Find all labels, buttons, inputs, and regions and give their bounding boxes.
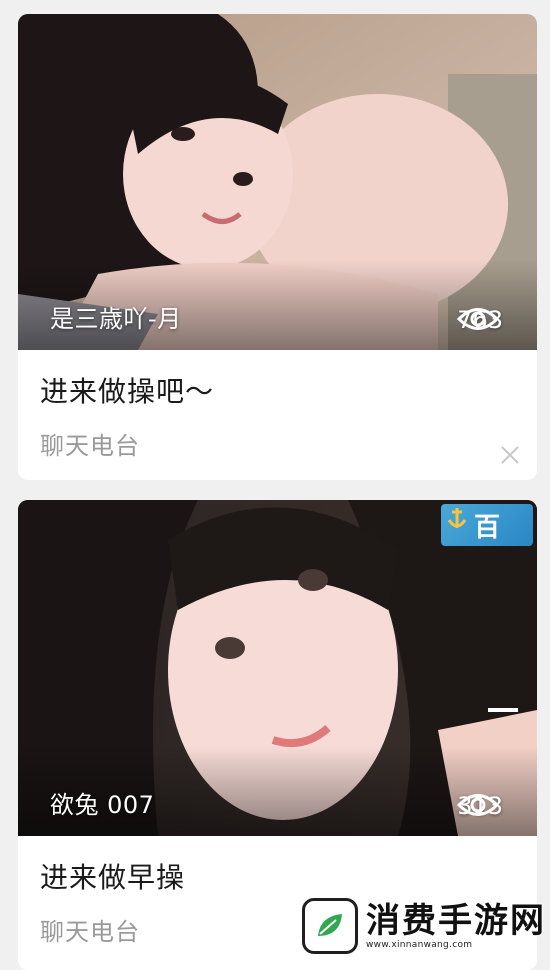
leaf-icon: [318, 914, 342, 936]
watermark-text: 消费手游网 www.xinnanwang.com: [366, 902, 546, 950]
eye-icon: [457, 308, 500, 330]
view-count: 763: [457, 306, 503, 334]
anchor-icon: [447, 508, 467, 528]
room-category: 聊天电台: [40, 432, 140, 460]
feed-card-1[interactable]: 是三歳吖-月 763 进来做操吧～ 聊天电台: [18, 14, 537, 480]
room-title[interactable]: 进来做操吧～: [40, 370, 214, 410]
watermark-url: www.xinnanwang.com: [366, 940, 473, 950]
host-name: 欲兔 007: [50, 791, 155, 819]
room-title[interactable]: 进来做早操: [40, 856, 185, 896]
app-badge-icon: 百: [441, 504, 533, 546]
site-watermark: 消费手游网 www.xinnanwang.com: [302, 896, 548, 956]
cover-image[interactable]: 百 欲兔 007 313: [18, 500, 537, 836]
cover-image[interactable]: 是三歳吖-月 763: [18, 14, 537, 350]
host-name: 是三歳吖-月: [50, 305, 182, 333]
site-logo-icon: [302, 898, 358, 954]
badge-label: 百: [473, 512, 500, 543]
eye-icon: [457, 794, 500, 816]
view-count: 313: [457, 792, 503, 820]
close-icon[interactable]: [499, 444, 521, 466]
watermark-name: 消费手游网: [366, 901, 546, 941]
room-category: 聊天电台: [40, 918, 140, 946]
